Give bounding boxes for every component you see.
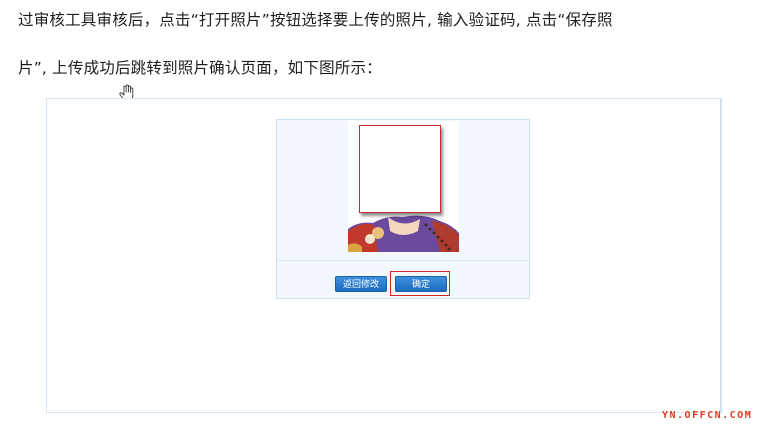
confirm-button-highlight — [390, 271, 450, 296]
watermark-text: YN.OFFCN.COM — [662, 410, 753, 421]
instruction-text-line-1: 过审核工具审核后，点击“打开照片”按钮选择要上传的照片, 输入验证码, 点击“保… — [18, 11, 613, 29]
uploaded-photo — [348, 121, 459, 252]
panel-divider — [277, 260, 529, 261]
back-to-edit-button[interactable]: 返回修改 — [335, 276, 387, 292]
screenshot-frame: 返回修改 确定 — [46, 98, 722, 413]
photo-confirm-panel: 返回修改 确定 — [276, 119, 530, 299]
instruction-text-line-2: 片”, 上传成功后跳转到照片确认页面，如下图所示： — [18, 59, 382, 77]
photo-placeholder-box — [359, 125, 441, 213]
